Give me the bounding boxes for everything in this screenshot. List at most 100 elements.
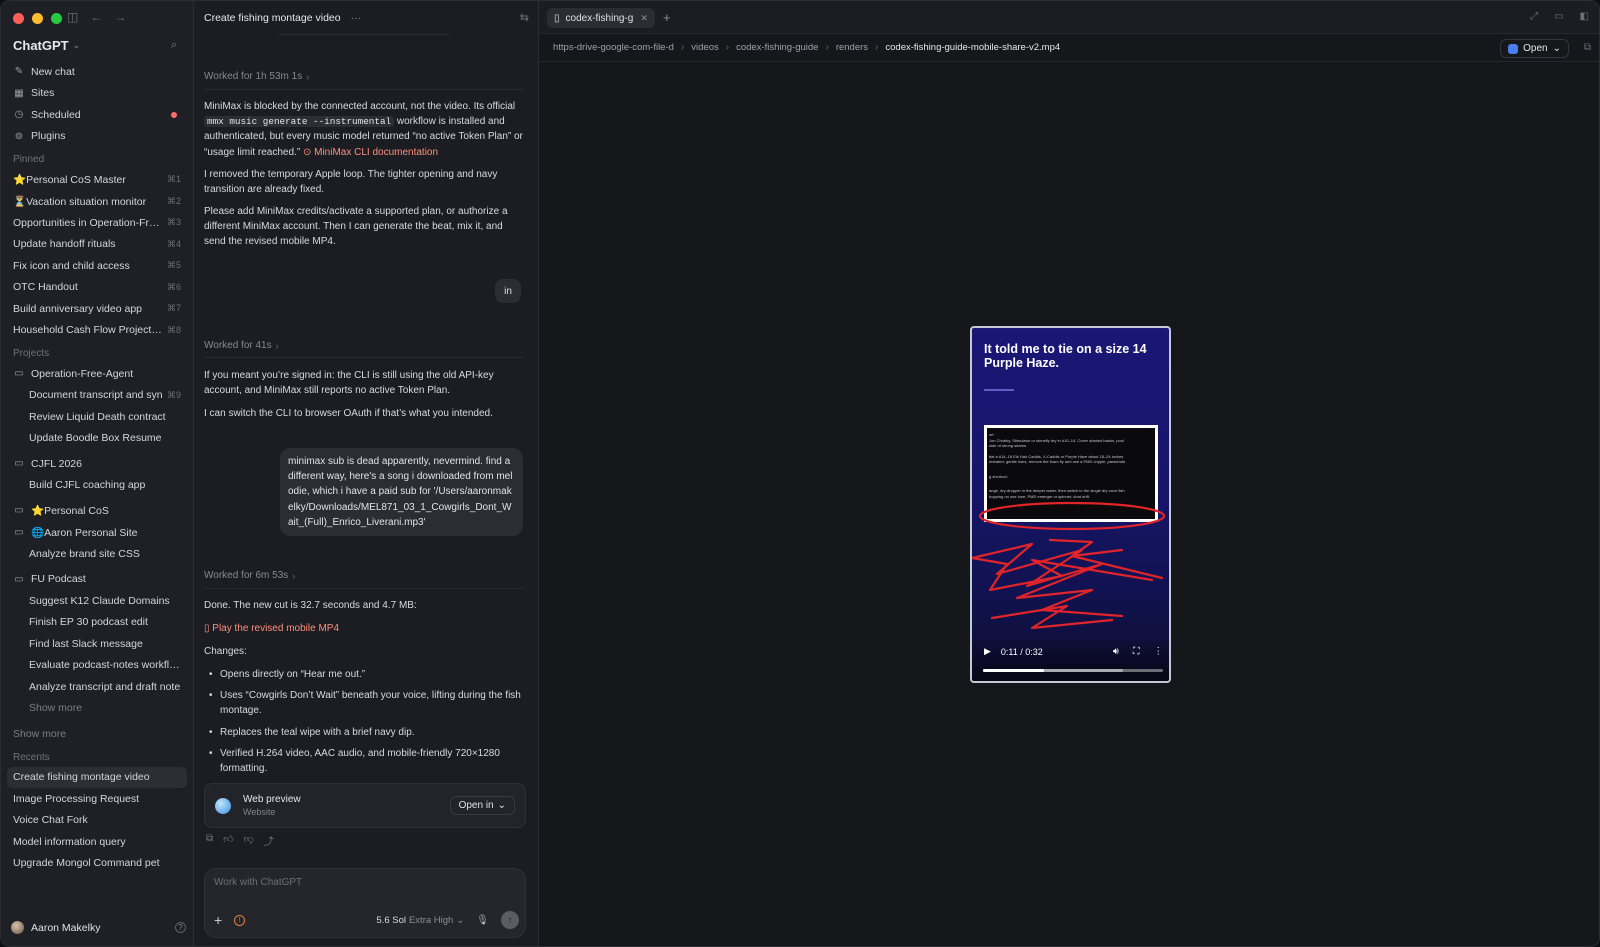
pinned-item[interactable]: ⭐Personal CoS Master ⌘1 xyxy=(7,169,187,191)
open-with-button[interactable]: Open ⌄ xyxy=(1500,39,1569,58)
toggle-sidebar-icon[interactable]: ◫ xyxy=(67,10,78,24)
recent-chat-item[interactable]: Image Processing Request xyxy=(7,788,187,810)
chat-item-label: Review Liquid Death contract xyxy=(29,410,166,423)
pinned-item[interactable]: ⏳Vacation situation monitor ⌘2 xyxy=(7,191,187,213)
project-chat-item[interactable]: Finish EP 30 podcast edit xyxy=(7,612,187,634)
send-button[interactable]: ↑ xyxy=(501,911,519,929)
open-new-window-icon[interactable]: ⧉ xyxy=(1584,42,1591,53)
shortcut-hint: ⌘3 xyxy=(166,217,181,228)
fullscreen-icon[interactable]: ⛶ xyxy=(1133,646,1140,657)
project-folder[interactable]: ▭ Operation-Free-Agent xyxy=(7,363,187,385)
sidebar-item-scheduled[interactable]: ◷ Scheduled xyxy=(7,104,187,126)
add-attachment-icon[interactable]: + xyxy=(214,912,222,928)
pinned-item[interactable]: Household Cash Flow Projection ⌘8 xyxy=(7,320,187,342)
breadcrumb-item[interactable]: codex-fishing-guide xyxy=(736,42,818,53)
model-selector[interactable]: 5.6 Sol Extra High ⌄ xyxy=(376,915,464,926)
shortcut-hint: ⌘6 xyxy=(166,281,181,292)
back-arrow-icon[interactable]: ← xyxy=(90,10,102,24)
project-folder[interactable]: ▭ 🌐Aaron Personal Site xyxy=(7,522,187,544)
pinned-item-label: Household Cash Flow Projection xyxy=(13,324,163,337)
forward-arrow-icon[interactable]: → xyxy=(114,10,126,24)
video-scrubber[interactable] xyxy=(983,669,1163,672)
annotation-scribble xyxy=(972,538,1164,630)
more-options-icon[interactable]: ··· xyxy=(351,12,362,24)
project-chat-item[interactable]: Analyze transcript and draft note xyxy=(7,676,187,698)
share-icon[interactable]: ⤴ xyxy=(264,833,274,848)
copy-icon[interactable]: ⧉ xyxy=(206,833,213,848)
breadcrumb-item[interactable]: videos xyxy=(691,42,718,53)
close-window-button[interactable] xyxy=(13,13,24,24)
notification-dot xyxy=(171,111,177,118)
project-folder[interactable]: ▭ FU Podcast xyxy=(7,569,187,591)
assistant-message: I removed the temporary Apple loop. The … xyxy=(204,169,498,196)
project-chat-item[interactable]: Find last Slack message xyxy=(7,633,187,655)
help-icon[interactable]: ? xyxy=(175,922,186,933)
worked-summary-toggle[interactable]: Worked for 1h 53m 1s › xyxy=(204,71,309,82)
project-folder[interactable]: ▭ ⭐Personal CoS xyxy=(7,500,187,522)
divider xyxy=(279,34,449,35)
minimax-docs-link[interactable]: ⊙ MiniMax CLI documentation xyxy=(303,147,438,158)
pinned-item[interactable]: Update handoff rituals ⌘4 xyxy=(7,234,187,256)
breadcrumb-item[interactable]: renders xyxy=(836,42,868,53)
effort-label: Extra High xyxy=(408,914,454,926)
sidebar-item-sites[interactable]: ▦ Sites xyxy=(7,83,187,105)
chat-item-label: Update Boodle Box Resume xyxy=(29,432,162,445)
pinned-item[interactable]: Opportunities in Operation-Free- ⌘3 xyxy=(7,212,187,234)
user-profile-button[interactable]: Aaron Makelky ? xyxy=(11,921,186,934)
pinned-item-label: ⭐Personal CoS Master xyxy=(13,174,126,187)
folder-icon: ▭ xyxy=(14,526,24,538)
worked-summary-toggle[interactable]: Worked for 41s › xyxy=(204,340,279,351)
volume-icon[interactable]: 🔊︎ xyxy=(1113,646,1119,657)
recent-chat-item[interactable]: Model information query xyxy=(7,831,187,853)
play-revised-mp4-link[interactable]: ▯ Play the revised mobile MP4 xyxy=(204,621,526,636)
show-more-projects[interactable]: Show more xyxy=(7,723,187,745)
project-chat-item[interactable]: Evaluate podcast-notes workflow xyxy=(7,655,187,677)
expand-icon[interactable]: ⤢ xyxy=(1530,11,1538,22)
project-folder[interactable]: ▭ CJFL 2026 xyxy=(7,453,187,475)
sidebar-item-plugins[interactable]: ⊚ Plugins xyxy=(7,126,187,148)
project-chat-item[interactable]: Update Boodle Box Resume xyxy=(7,428,187,450)
pinned-header: Pinned xyxy=(13,154,45,165)
project-chat-item[interactable]: Build CJFL coaching app xyxy=(7,475,187,497)
open-in-button[interactable]: Open in ⌄ xyxy=(449,796,515,815)
search-icon[interactable]: ⌕ xyxy=(171,39,177,52)
video-player[interactable]: It told me to tie on a size 14 Purple Ha… xyxy=(970,326,1171,683)
split-panel-icon[interactable]: ◧ xyxy=(1580,11,1589,22)
recent-chat-item[interactable]: Voice Chat Fork xyxy=(7,810,187,832)
microphone-icon[interactable]: 🎙︎ xyxy=(476,915,489,926)
recent-chat-item[interactable]: Upgrade Mongol Command pet xyxy=(7,853,187,875)
zoom-window-button[interactable] xyxy=(51,13,62,24)
breadcrumb-item[interactable]: https-drive-google-com-file-d xyxy=(553,42,674,53)
pinned-item[interactable]: Fix icon and child access ⌘5 xyxy=(7,255,187,277)
sidebar-item-new-chat[interactable]: ✎ New chat xyxy=(7,61,187,83)
model-picker[interactable]: ChatGPT ⌄ xyxy=(13,38,80,53)
project-chat-item[interactable]: Document transcript and syn ⌘9 xyxy=(7,385,187,407)
close-tab-icon[interactable]: ✕ xyxy=(640,13,648,24)
minimize-panel-icon[interactable]: ▭ xyxy=(1554,11,1563,22)
tab-file[interactable]: ▯ codex-fishing-g ✕ xyxy=(547,8,655,28)
file-icon: ▯ xyxy=(554,12,560,24)
side-panel-toggle-icon[interactable]: ⇆ xyxy=(520,11,529,24)
thumbs-up-icon[interactable]: 👍︎ xyxy=(223,833,233,848)
warning-icon[interactable]: ! xyxy=(234,914,246,926)
play-icon[interactable]: ▶ xyxy=(984,646,991,657)
message-actions: ⧉ 👍︎ 👎︎ ⤴ xyxy=(206,833,274,848)
chat-panel: Create fishing montage video ··· ⇆ Worke… xyxy=(194,1,539,946)
web-preview-card[interactable]: Web preview Website Open in ⌄ xyxy=(204,783,526,828)
show-more-project-chats[interactable]: Show more xyxy=(7,698,187,720)
new-tab-button[interactable]: + xyxy=(663,10,671,25)
file-viewer-panel: ▯ codex-fishing-g ✕ + ⤢ ▭ ◧ https-drive-… xyxy=(539,1,1599,946)
project-chat-item[interactable]: Review Liquid Death contract xyxy=(7,406,187,428)
project-chat-item[interactable]: Analyze brand site CSS xyxy=(7,543,187,565)
chevron-right-icon: › xyxy=(725,42,730,53)
pinned-item[interactable]: OTC Handout ⌘6 xyxy=(7,277,187,299)
more-options-icon[interactable]: ⋮ xyxy=(1154,646,1164,657)
thumbs-down-icon[interactable]: 👎︎ xyxy=(244,833,254,848)
composer-input[interactable] xyxy=(214,877,514,888)
chevron-right-icon: › xyxy=(292,570,296,581)
worked-summary-toggle[interactable]: Worked for 6m 53s › xyxy=(204,570,295,581)
project-chat-item[interactable]: Suggest K12 Claude Domains xyxy=(7,590,187,612)
recent-chat-item[interactable]: Create fishing montage video xyxy=(7,766,187,788)
minimize-window-button[interactable] xyxy=(32,13,43,24)
pinned-item[interactable]: Build anniversary video app ⌘7 xyxy=(7,298,187,320)
